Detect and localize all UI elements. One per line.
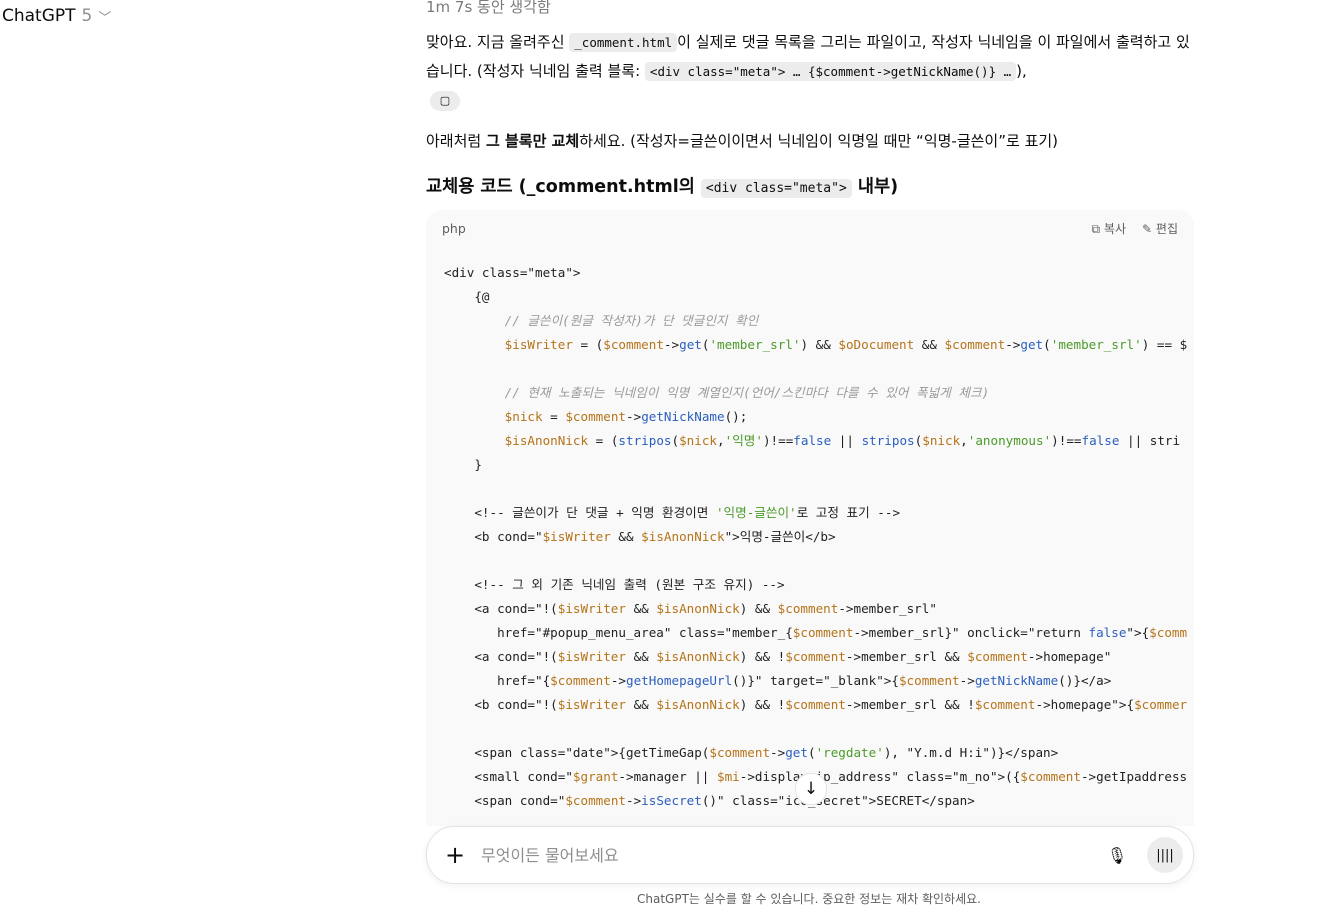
chevron-down-icon: ﹀ (98, 10, 112, 26)
code-line: // 글쓴이(원글 작성자)가 단 댓글인지 확인 (444, 313, 759, 328)
code-line: <a cond="!($isWriter && $isAnonNick) && … (444, 601, 937, 616)
code-line: {@ (444, 289, 490, 304)
copy-icon: ⧉ (1091, 221, 1101, 236)
scroll-down-button[interactable]: ↓ (795, 773, 827, 805)
code-line: $isWriter = ($comment->get('member_srl')… (504, 337, 1188, 352)
bold-text: 그 블록만 교체 (485, 132, 580, 150)
pencil-icon: ✎ (1142, 221, 1153, 236)
section-heading: 교체용 코드 (_comment.html의 <div class="meta"… (426, 173, 898, 198)
waveform-icon: |||| (1156, 847, 1174, 863)
text: ), (1016, 62, 1027, 80)
code-line: <!-- 글쓴이가 단 댓글 + 익명 환경이면 '익명-글쓴이'로 고정 표기… (444, 505, 901, 520)
text: 아래처럼 (426, 132, 486, 150)
code-line: } (444, 457, 482, 472)
code-line: <div class="meta"> (444, 265, 581, 280)
model-switcher[interactable]: ChatGPT 5 ﹀ (2, 6, 111, 26)
message-paragraph-1: 맞아요. 지금 올려주신 _comment.html 이 실제로 댓글 목록을 그… (426, 28, 1196, 114)
thought-duration[interactable]: 1m 7s 동안 생각함 (426, 0, 551, 17)
code-line: <b cond="!($isWriter && $isAnonNick) && … (444, 697, 1188, 712)
code-line: <a cond="!($isWriter && $isAnonNick) && … (444, 649, 1112, 664)
prompt-input[interactable] (479, 844, 1105, 866)
code-line: <!-- 그 외 기존 닉네임 출력 (원본 구조 유지) --> (444, 577, 785, 592)
text: 교체용 코드 (_comment.html의 (426, 177, 701, 197)
code-line: // 현재 노출되는 닉네임이 익명 계열인지(언어/스킨마다 다를 수 있어 … (444, 385, 990, 400)
edit-code-button[interactable]: ✎ 편집 (1142, 220, 1178, 237)
arrow-down-icon: ↓ (803, 779, 819, 799)
code-line: $nick = $comment->getNickName(); (504, 409, 748, 424)
copy-label: 복사 (1103, 221, 1127, 236)
code-line: <span class="date">{getTimeGap($comment-… (444, 745, 1059, 760)
model-version: 5 (81, 6, 93, 26)
code-line: <b cond="$isWriter && $isAnonNick">익명-글쓴… (444, 529, 836, 544)
copy-code-button[interactable]: ⧉ 복사 (1092, 220, 1127, 237)
voice-mode-button[interactable]: |||| (1147, 837, 1183, 873)
model-name: ChatGPT (2, 6, 76, 26)
inline-code: <div class="meta"> (700, 179, 852, 198)
code-line: href="#popup_menu_area" class="member_{$… (444, 625, 1188, 640)
text: 맞아요. 지금 올려주신 (426, 33, 570, 51)
code-line: href="{$comment->getHomepageUrl()}" targ… (444, 673, 1112, 688)
microphone-icon[interactable]: 🎙 (1105, 846, 1129, 865)
code-body: <div class="meta"> {@ // 글쓴이(원글 작성자)가 단 … (444, 261, 1194, 813)
code-language: php (442, 220, 466, 236)
edit-label: 편집 (1155, 221, 1178, 236)
message-paragraph-2: 아래처럼 그 블록만 교체하세요. (작성자=글쓴이이면서 닉네임이 익명일 때… (426, 127, 1196, 155)
composer: + 🎙 |||| (426, 826, 1194, 884)
plus-icon[interactable]: + (443, 841, 467, 869)
code-actions: ⧉ 복사 ✎ 편집 (1092, 220, 1178, 237)
disclaimer: ChatGPT는 실수를 할 수 있습니다. 중요한 정보는 재차 확인하세요. (637, 892, 981, 906)
text: 하세요. (작성자=글쓴이이면서 닉네임이 익명일 때만 “익명-글쓴이”로 표… (579, 132, 1059, 150)
inline-code: _comment.html (569, 33, 678, 52)
document-icon[interactable]: ▢ (430, 90, 460, 111)
code-block: php ⧉ 복사 ✎ 편집 <div class="meta"> {@ // 글… (426, 210, 1194, 826)
code-header: php ⧉ 복사 ✎ 편집 (426, 210, 1194, 246)
text: 내부) (851, 177, 899, 197)
code-line: $isAnonNick = (stripos($nick,'익명')!==fal… (504, 433, 1181, 448)
inline-code: <div class="meta"> … {$comment->getNickN… (644, 62, 1017, 81)
